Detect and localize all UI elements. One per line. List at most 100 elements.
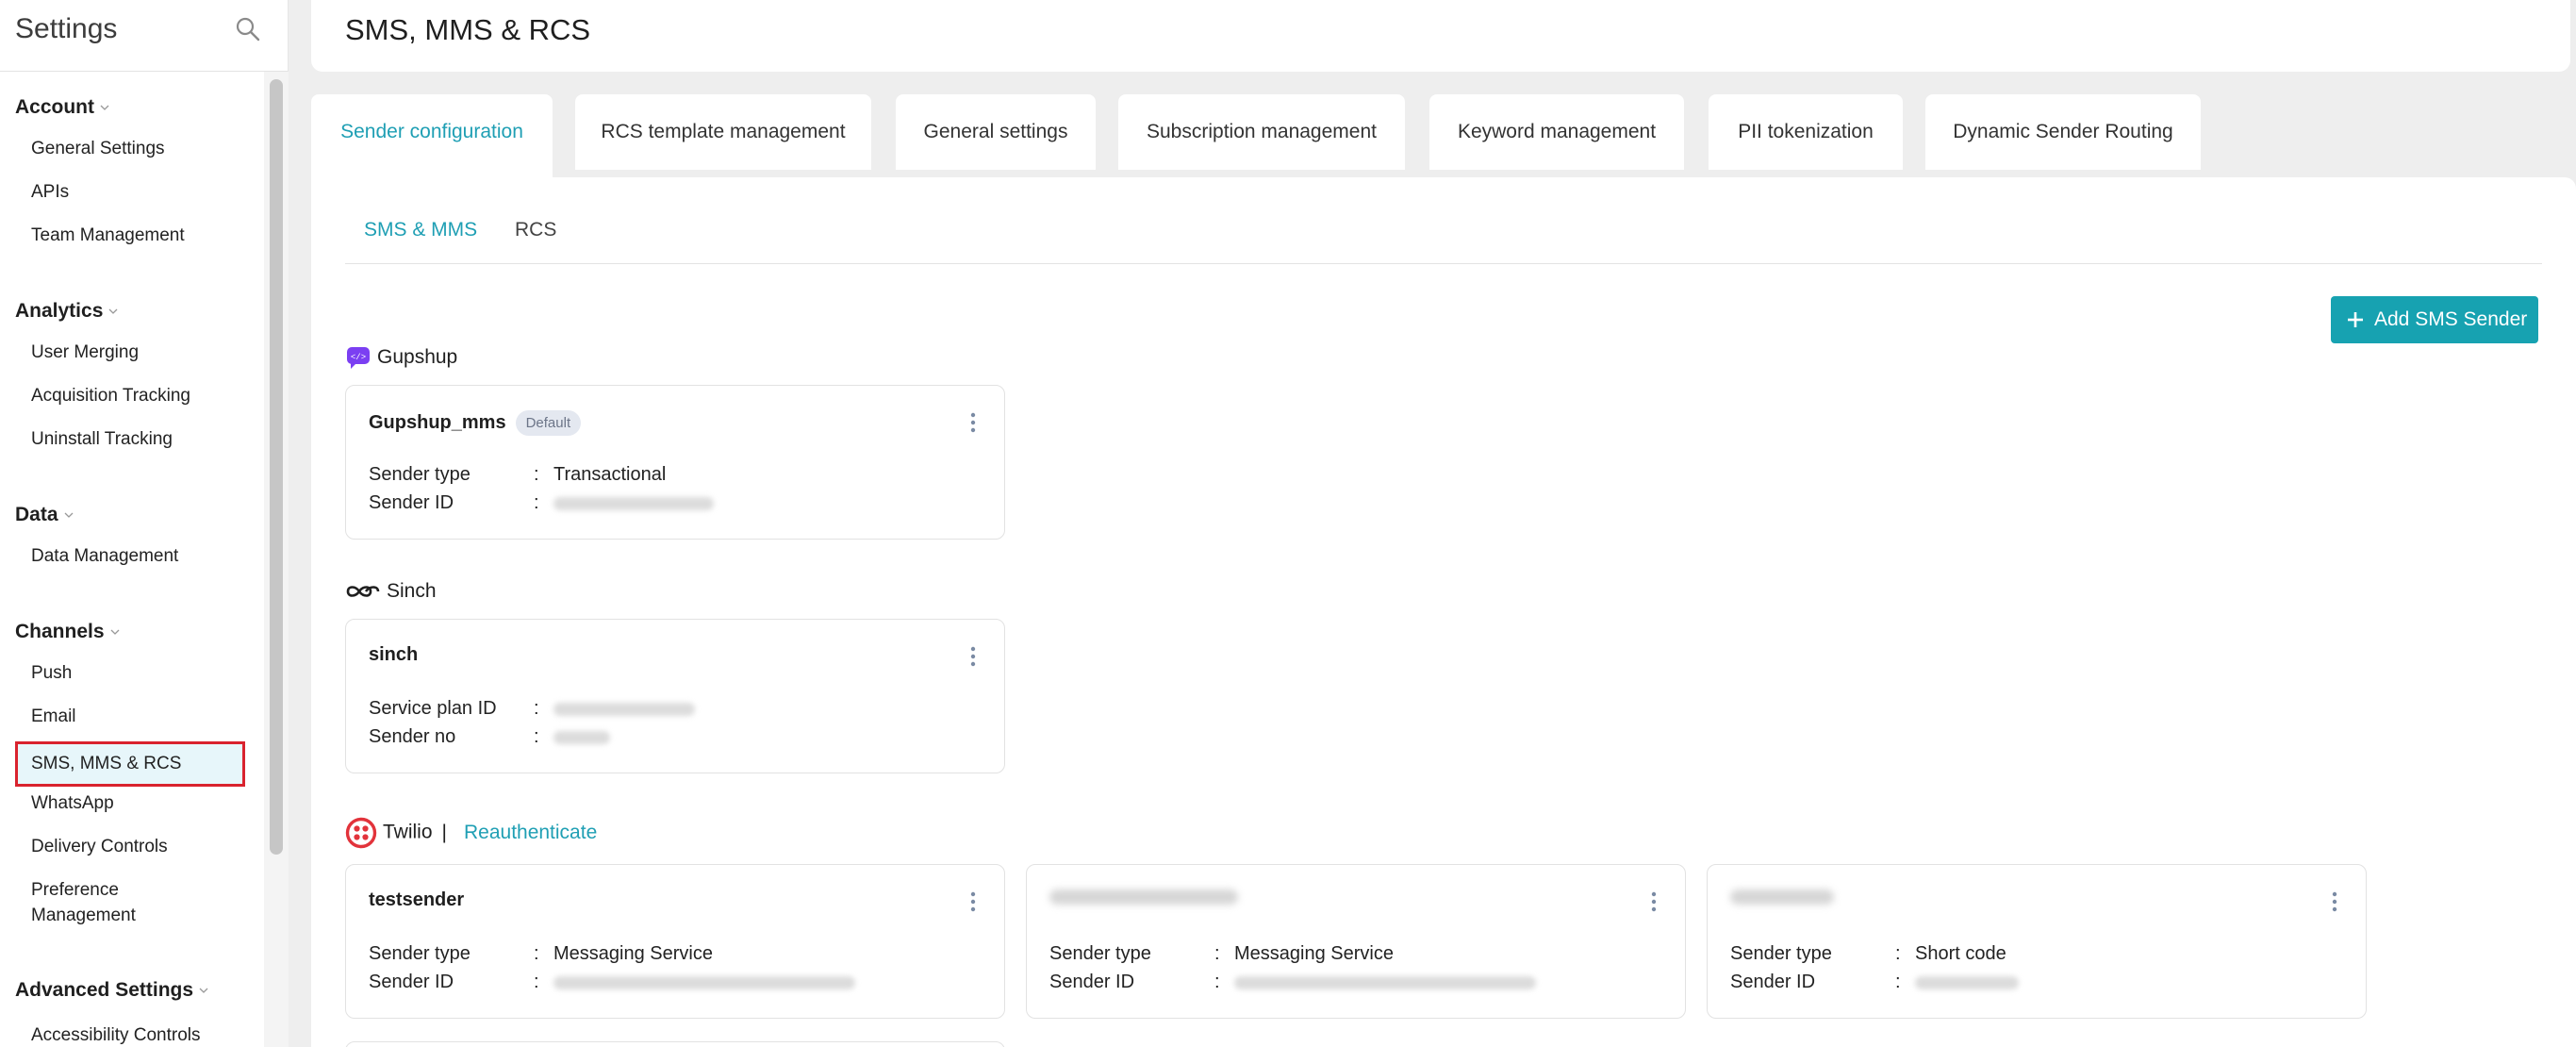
sidebar-item-push[interactable]: Push [15, 660, 245, 686]
sidebar-item-apis[interactable]: APIs [15, 179, 245, 205]
svg-text:</>: </> [351, 353, 366, 362]
add-sms-sender-button[interactable]: Add SMS Sender [2331, 296, 2538, 343]
redacted-value [553, 969, 855, 995]
sidebar-item-user-merging[interactable]: User Merging [15, 340, 245, 365]
provider-twilio: Twilio | Reauthenticate [345, 817, 597, 849]
sidebar-item-email[interactable]: Email [15, 704, 245, 729]
sender-card[interactable]: Sender type: Messaging Service Sender ID: [1026, 864, 1686, 1019]
tab-rcs-template-management[interactable]: RCS template management [575, 94, 871, 170]
provider-sinch: Sinch [345, 577, 437, 606]
sender-type-row: Sender type: Messaging Service [1049, 940, 1672, 967]
tab-keyword-management[interactable]: Keyword management [1429, 94, 1684, 170]
sender-card[interactable]: testsender Sender type: Messaging Service… [345, 864, 1005, 1019]
more-options-icon[interactable] [970, 412, 976, 433]
more-options-icon[interactable] [1651, 891, 1657, 912]
sender-card[interactable]: Gupshup_mms Default Sender type: Transacti… [345, 385, 1005, 540]
default-badge: Default [515, 410, 582, 436]
reauthenticate-link[interactable]: Reauthenticate [464, 822, 597, 843]
row-label: Sender type [1049, 943, 1151, 964]
sender-id-row: Sender ID: [369, 969, 991, 995]
subtab-bar: SMS & MMS RCS [345, 219, 2542, 264]
row-colon: : [534, 726, 539, 747]
plus-icon [2348, 312, 2363, 327]
search-icon[interactable] [234, 15, 262, 43]
redacted-sender-name [1049, 889, 1238, 905]
section-advanced-settings-label: Advanced Settings [15, 979, 194, 1001]
row-colon: : [534, 492, 539, 513]
sender-name-text: Gupshup_mms [369, 411, 506, 433]
row-colon: : [1214, 972, 1220, 992]
subtab-sms-mms[interactable]: SMS & MMS [364, 219, 477, 241]
row-label: Sender ID [369, 972, 454, 992]
redacted-value [553, 490, 714, 516]
provider-twilio-name: Twilio [383, 821, 433, 843]
more-options-icon[interactable] [2332, 891, 2337, 912]
sender-card[interactable]: sinch Service plan ID: Sender no: [345, 619, 1005, 773]
more-options-icon[interactable] [970, 646, 976, 667]
row-colon: : [534, 698, 539, 719]
section-account[interactable]: Account [15, 96, 109, 119]
sender-configuration-panel: SMS & MMS RCS Add SMS Sender </> Gupshup… [311, 177, 2576, 1047]
sidebar-item-uninstall-tracking[interactable]: Uninstall Tracking [15, 426, 245, 452]
chevron-down-icon [64, 512, 73, 519]
service-plan-id-row: Service plan ID: [369, 695, 991, 722]
tab-pii-tokenization[interactable]: PII tokenization [1709, 94, 1903, 170]
sidebar-item-preference-management[interactable]: Preference Management [15, 877, 204, 928]
tab-dynamic-sender-routing[interactable]: Dynamic Sender Routing [1925, 94, 2201, 170]
page-header: SMS, MMS & RCS [311, 0, 2570, 72]
sender-card-name: Gupshup_mms Default [369, 410, 582, 436]
section-data[interactable]: Data [15, 504, 74, 526]
tab-subscription-management[interactable]: Subscription management [1118, 94, 1405, 170]
more-options-icon[interactable] [970, 891, 976, 912]
sidebar-item-delivery-controls[interactable]: Delivery Controls [15, 834, 245, 859]
sidebar-item-data-management[interactable]: Data Management [15, 543, 245, 569]
row-label: Sender type [369, 464, 471, 485]
sender-id-row: Sender ID: [1049, 969, 1672, 995]
sidebar-item-whatsapp[interactable]: WhatsApp [15, 790, 245, 816]
section-data-label: Data [15, 504, 58, 525]
row-value: Messaging Service [1234, 943, 1394, 964]
chevron-down-icon [110, 629, 119, 636]
sidebar-scrollbar-thumb[interactable] [270, 79, 283, 855]
subtab-rcs[interactable]: RCS [515, 219, 556, 241]
sender-type-row: Sender type: Messaging Service [369, 940, 991, 967]
sender-id-row: Sender ID: [369, 490, 991, 516]
section-analytics-label: Analytics [15, 300, 104, 322]
row-label: Sender no [369, 726, 456, 747]
sinch-logo-icon [346, 586, 380, 598]
sender-card-name: testsender [369, 889, 465, 910]
row-label: Sender ID [1049, 972, 1135, 992]
provider-sinch-name: Sinch [387, 580, 437, 602]
sender-card[interactable] [345, 1041, 1005, 1047]
sender-no-row: Sender no: [369, 723, 991, 750]
sender-id-row: Sender ID: [1730, 969, 2353, 995]
row-value: Short code [1915, 943, 2006, 964]
row-label: Sender ID [369, 492, 454, 513]
sidebar-item-team-management[interactable]: Team Management [15, 223, 245, 248]
sidebar-header: Settings [0, 0, 288, 72]
sidebar-title: Settings [15, 13, 118, 44]
sidebar-item-acquisition-tracking[interactable]: Acquisition Tracking [15, 383, 245, 408]
sender-card-name: sinch [369, 644, 419, 665]
section-channels[interactable]: Channels [15, 621, 120, 643]
redacted-value [553, 723, 610, 750]
sender-card[interactable]: Sender type: Short code Sender ID: [1707, 864, 2367, 1019]
row-colon: : [1214, 943, 1220, 964]
sidebar-item-accessibility-controls[interactable]: Accessibility Controls [15, 1022, 245, 1047]
section-advanced-settings[interactable]: Advanced Settings [15, 979, 208, 1002]
tab-sender-configuration[interactable]: Sender configuration [311, 94, 553, 181]
provider-gupshup: </> Gupshup [345, 343, 457, 372]
sidebar-item-general-settings[interactable]: General Settings [15, 136, 245, 161]
tab-general-settings[interactable]: General settings [896, 94, 1096, 170]
sidebar-item-sms-mms-rcs[interactable]: SMS, MMS & RCS [15, 741, 245, 787]
settings-sidebar: Settings Account General Settings APIs T… [0, 0, 289, 1047]
row-colon: : [1895, 943, 1901, 964]
redacted-value [1915, 969, 2019, 995]
row-colon: : [534, 972, 539, 992]
section-channels-label: Channels [15, 621, 105, 642]
section-analytics[interactable]: Analytics [15, 300, 118, 323]
row-label: Sender ID [1730, 972, 1816, 992]
chevron-down-icon [108, 308, 118, 315]
page-title: SMS, MMS & RCS [345, 13, 591, 46]
sidebar-scrollbar[interactable] [264, 72, 289, 1047]
